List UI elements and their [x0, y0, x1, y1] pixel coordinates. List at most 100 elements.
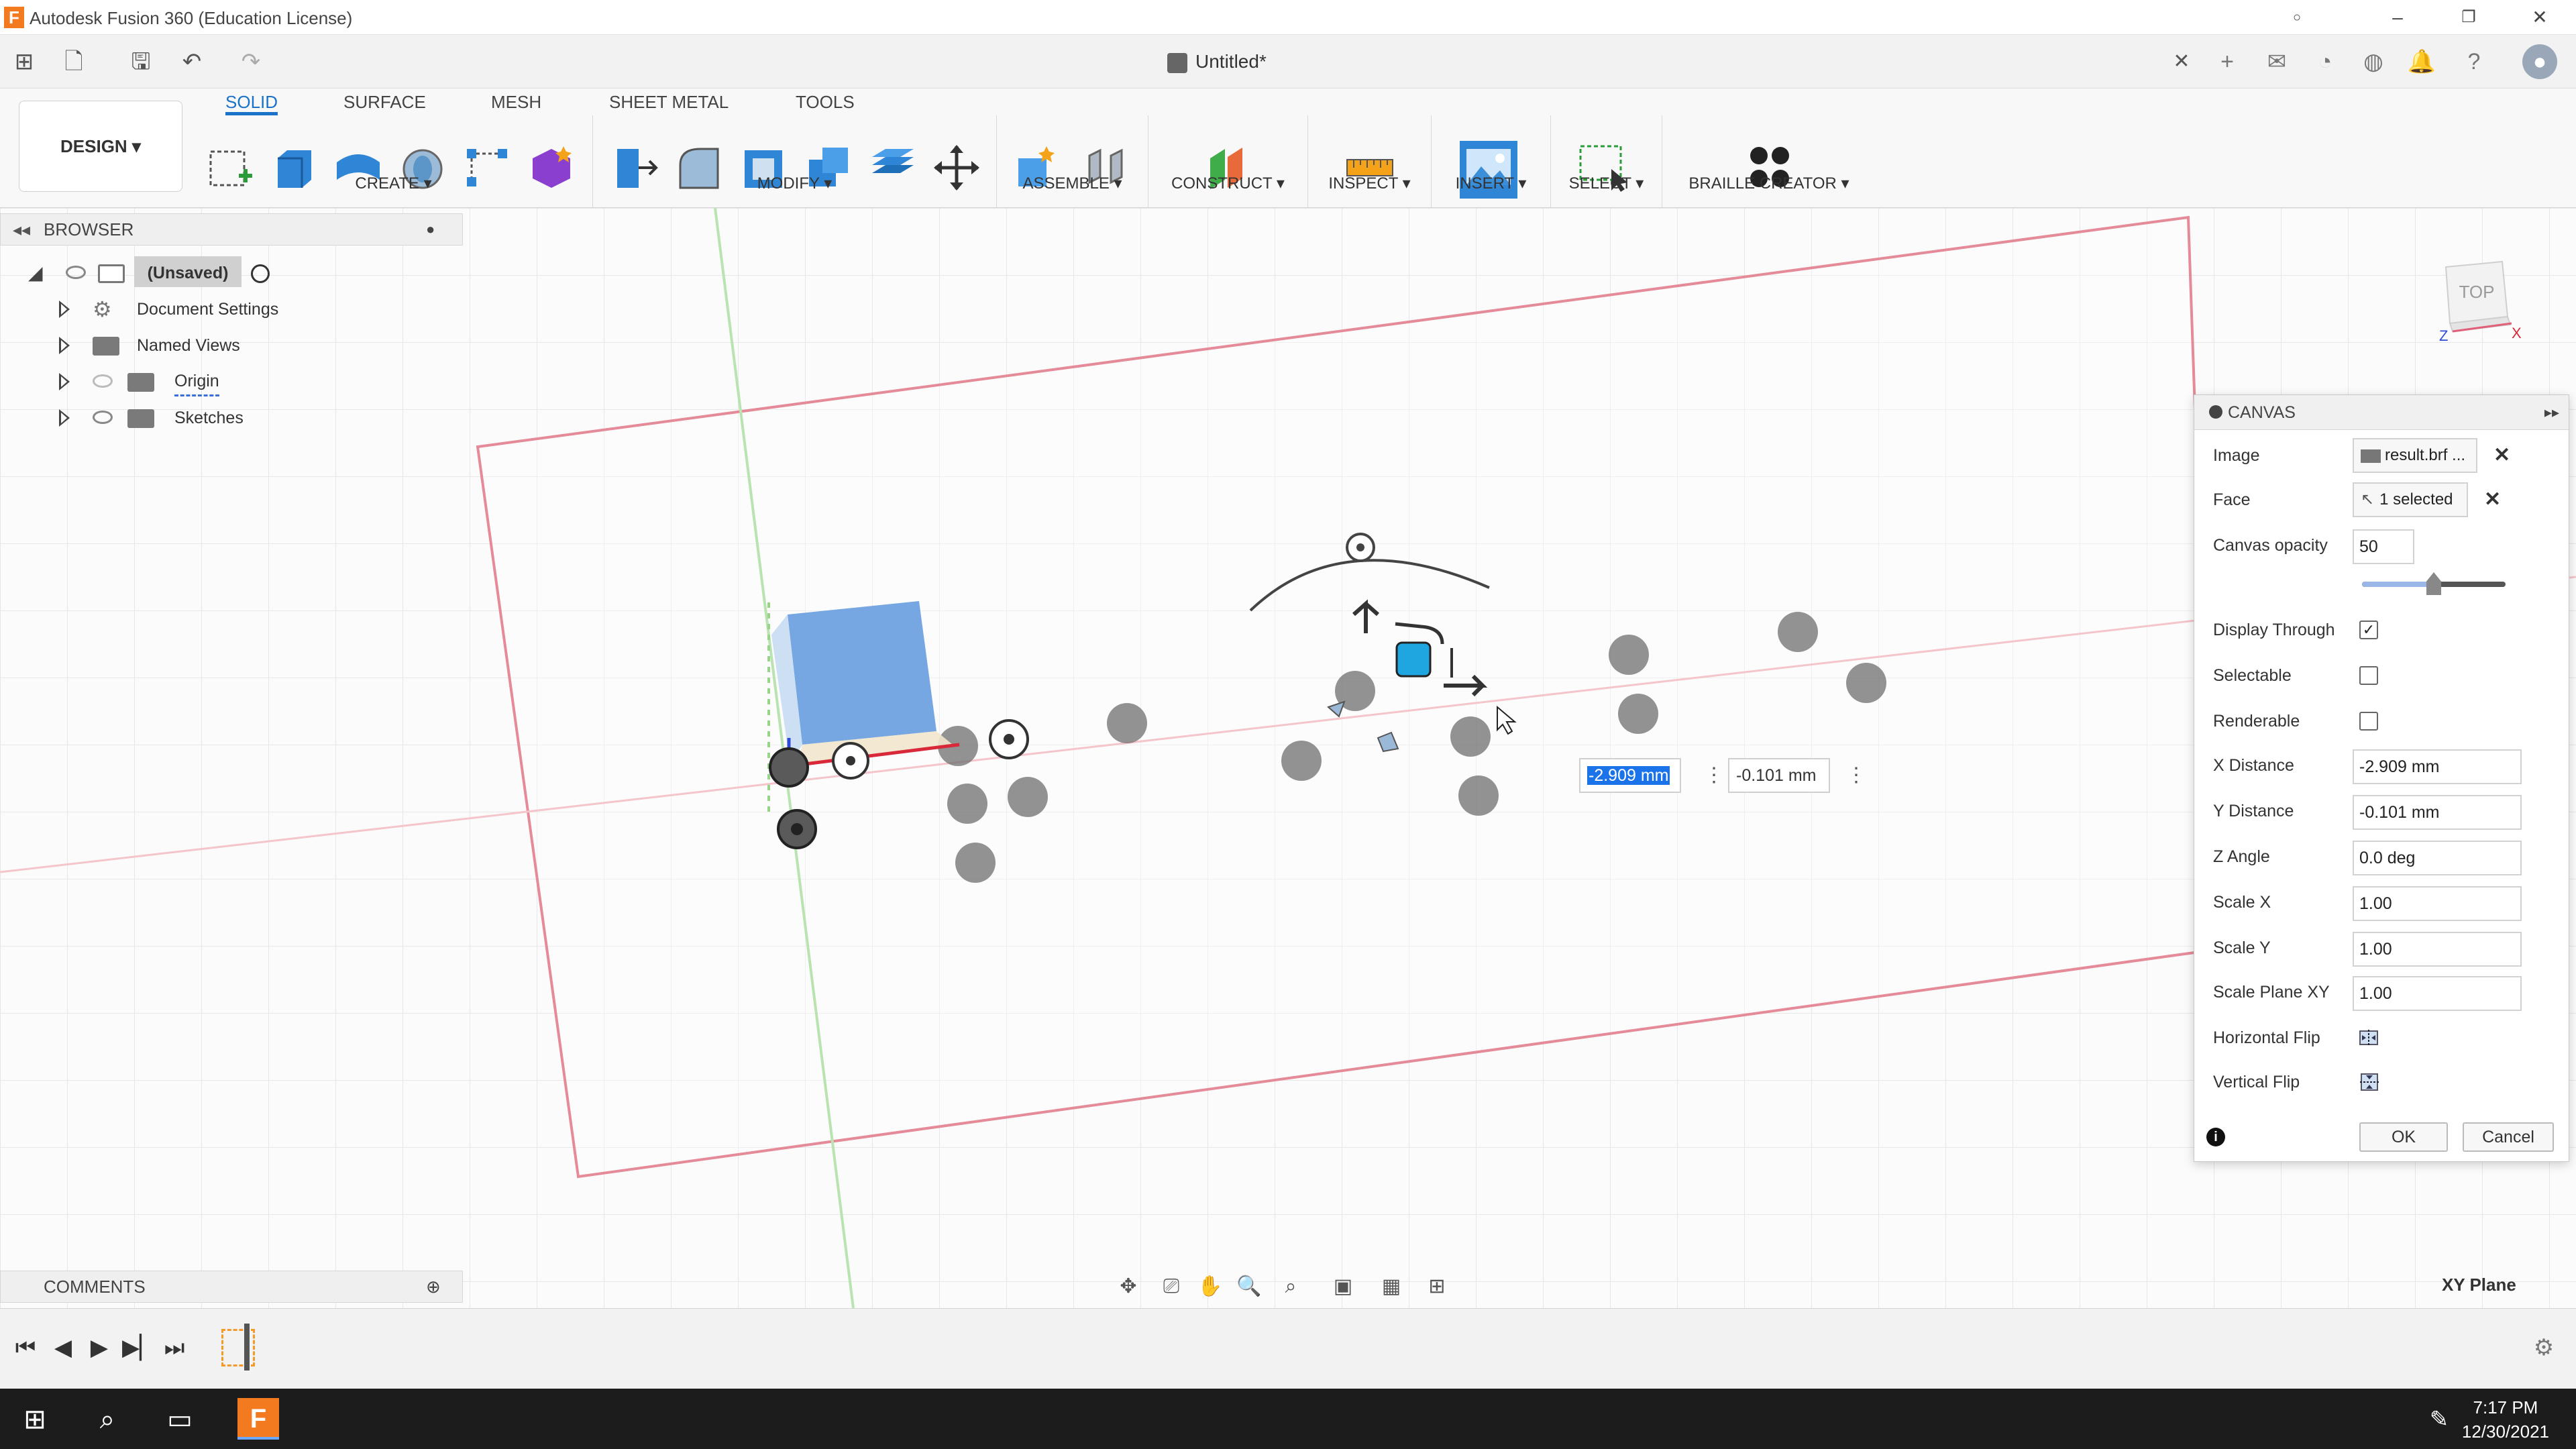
tab-surface[interactable]: SURFACE: [343, 89, 426, 115]
new-tab-icon[interactable]: +: [2210, 44, 2245, 79]
comments-panel[interactable]: COMMENTS ⊕: [0, 1271, 463, 1303]
construct-menu[interactable]: CONSTRUCT ▾: [1148, 174, 1307, 193]
create-menu[interactable]: CREATE ▾: [195, 174, 592, 193]
info-icon[interactable]: i: [2206, 1128, 2225, 1146]
close-window-icon[interactable]: ✕: [2506, 3, 2573, 32]
y-distance-input[interactable]: -0.101 mm: [2353, 795, 2522, 830]
redo-icon[interactable]: ↷: [236, 47, 266, 76]
minimize-icon[interactable]: –: [2364, 3, 2431, 32]
tab-mesh[interactable]: MESH: [491, 89, 541, 115]
expand-icon[interactable]: [59, 301, 70, 318]
braille-creator-menu[interactable]: BRAILLE CREATOR ▾: [1662, 174, 1876, 193]
browser-item-named-views[interactable]: Named Views: [0, 329, 463, 362]
save-icon[interactable]: 🖫: [126, 47, 156, 76]
horizontal-flip-icon[interactable]: [2358, 1027, 2382, 1049]
go-to-end-icon[interactable]: ⏭: [161, 1334, 188, 1361]
tab-sheet-metal[interactable]: SHEET METAL: [609, 89, 729, 115]
scale-y-input[interactable]: 1.00: [2353, 932, 2522, 967]
cancel-button[interactable]: Cancel: [2463, 1122, 2554, 1152]
expand-root-icon[interactable]: ◢: [28, 256, 43, 290]
step-forward-icon[interactable]: ▶▏: [122, 1334, 157, 1361]
ok-button[interactable]: OK: [2359, 1122, 2448, 1152]
notification-dot-icon[interactable]: ○: [2263, 3, 2330, 32]
timeline-settings-icon[interactable]: ⚙: [2530, 1334, 2557, 1361]
selectable-checkbox[interactable]: [2359, 666, 2378, 685]
z-angle-input[interactable]: 0.0 deg: [2353, 841, 2522, 875]
face-select-button[interactable]: ↖ 1 selected: [2353, 482, 2468, 517]
view-cube[interactable]: TOP X Z: [2428, 252, 2522, 346]
go-to-start-icon[interactable]: ⏮: [12, 1334, 39, 1361]
clear-face-icon[interactable]: ✕: [2484, 488, 2501, 511]
windows-start-icon[interactable]: ⊞: [17, 1402, 52, 1437]
look-at-icon[interactable]: ⎚: [1157, 1273, 1186, 1300]
search-icon[interactable]: ⌕: [90, 1402, 125, 1437]
visibility-eye-icon[interactable]: [93, 411, 113, 424]
browser-item-document-settings[interactable]: ⚙ Document Settings: [0, 292, 463, 326]
expand-icon[interactable]: [59, 409, 70, 427]
undo-icon[interactable]: ↶: [177, 47, 207, 76]
y-value-options-icon[interactable]: ⋮: [1846, 763, 1866, 787]
browser-options-icon[interactable]: ●: [426, 214, 435, 245]
help-icon[interactable]: ?: [2457, 44, 2491, 79]
inspect-menu[interactable]: INSPECT ▾: [1308, 174, 1431, 193]
browser-root-row[interactable]: ◢ (Unsaved): [0, 256, 463, 290]
opacity-slider-track[interactable]: [2362, 572, 2506, 595]
clear-image-icon[interactable]: ✕: [2493, 443, 2510, 467]
opacity-input[interactable]: 50: [2353, 529, 2414, 564]
tab-tools[interactable]: TOOLS: [796, 89, 855, 115]
fit-icon[interactable]: ⌕: [1276, 1273, 1305, 1300]
zoom-icon[interactable]: 🔍: [1234, 1273, 1264, 1300]
y-distance-value-box[interactable]: -0.101 mm: [1728, 758, 1830, 793]
job-status-icon[interactable]: ◔: [2308, 44, 2343, 79]
x-distance-value-box[interactable]: -2.909 mm: [1579, 758, 1681, 793]
viewports-icon[interactable]: ⊞: [1422, 1273, 1452, 1300]
app-grid-icon[interactable]: ⊞: [9, 47, 39, 76]
scale-plane-input[interactable]: 1.00: [2353, 976, 2522, 1011]
maximize-icon[interactable]: ❐: [2435, 3, 2502, 32]
expand-icon[interactable]: [59, 337, 70, 354]
task-view-icon[interactable]: ▭: [162, 1402, 197, 1437]
scale-x-input[interactable]: 1.00: [2353, 886, 2522, 921]
image-select-button[interactable]: result.brf ...: [2353, 438, 2477, 473]
hidden-eye-icon[interactable]: [93, 374, 113, 388]
notifications-icon[interactable]: 🔔: [2404, 44, 2439, 79]
tab-solid[interactable]: SOLID: [225, 89, 278, 115]
document-tab[interactable]: Untitled*: [1167, 43, 1267, 80]
insert-menu[interactable]: INSERT ▾: [1432, 174, 1550, 193]
activate-radio-icon[interactable]: [251, 264, 270, 283]
opacity-slider-thumb[interactable]: [2426, 572, 2441, 595]
display-settings-icon[interactable]: ▣: [1328, 1273, 1358, 1300]
select-menu[interactable]: SELECT ▾: [1551, 174, 1662, 193]
x-value-options-icon[interactable]: ⋮: [1704, 763, 1724, 787]
timeline-canvas-feature-icon[interactable]: [221, 1329, 255, 1366]
vertical-flip-icon[interactable]: [2358, 1071, 2382, 1093]
workspace-switcher-button[interactable]: DESIGN ▾: [19, 101, 182, 192]
fusion-taskbar-icon[interactable]: F: [237, 1398, 279, 1440]
renderable-checkbox[interactable]: [2359, 712, 2378, 731]
add-comment-icon[interactable]: ⊕: [426, 1271, 441, 1302]
orbit-icon[interactable]: ✥: [1114, 1273, 1143, 1300]
extensions-icon[interactable]: ◍: [2356, 44, 2391, 79]
modify-menu[interactable]: MODIFY ▾: [593, 174, 996, 193]
play-icon[interactable]: ▶: [86, 1334, 113, 1361]
x-distance-input[interactable]: -2.909 mm: [2353, 749, 2522, 784]
user-avatar-icon[interactable]: ●: [2522, 44, 2557, 79]
assemble-menu[interactable]: ASSEMBLE ▾: [997, 174, 1148, 193]
close-tab-icon[interactable]: ✕: [2167, 47, 2196, 76]
browser-item-origin[interactable]: Origin: [0, 365, 463, 398]
grid-settings-icon[interactable]: ▦: [1377, 1273, 1406, 1300]
timeline-marker[interactable]: [244, 1324, 250, 1371]
comments-icon[interactable]: ✉: [2259, 44, 2294, 79]
system-clock[interactable]: 7:17 PM 12/30/2021: [2462, 1395, 2549, 1444]
display-through-checkbox[interactable]: ✓: [2359, 621, 2378, 639]
browser-item-sketches[interactable]: Sketches: [0, 401, 463, 435]
visibility-eye-icon[interactable]: [66, 266, 86, 279]
dialog-header[interactable]: CANVAS ▸▸: [2194, 395, 2569, 430]
pan-icon[interactable]: ✋: [1195, 1273, 1225, 1300]
expand-dialog-icon[interactable]: ▸▸: [2544, 395, 2559, 430]
file-menu-icon[interactable]: 🗋: [59, 47, 89, 76]
collapse-browser-icon[interactable]: ◂◂: [13, 214, 30, 245]
expand-icon[interactable]: [59, 373, 70, 390]
step-back-icon[interactable]: ◀: [50, 1334, 76, 1361]
dialog-collapse-icon[interactable]: [2209, 405, 2222, 419]
